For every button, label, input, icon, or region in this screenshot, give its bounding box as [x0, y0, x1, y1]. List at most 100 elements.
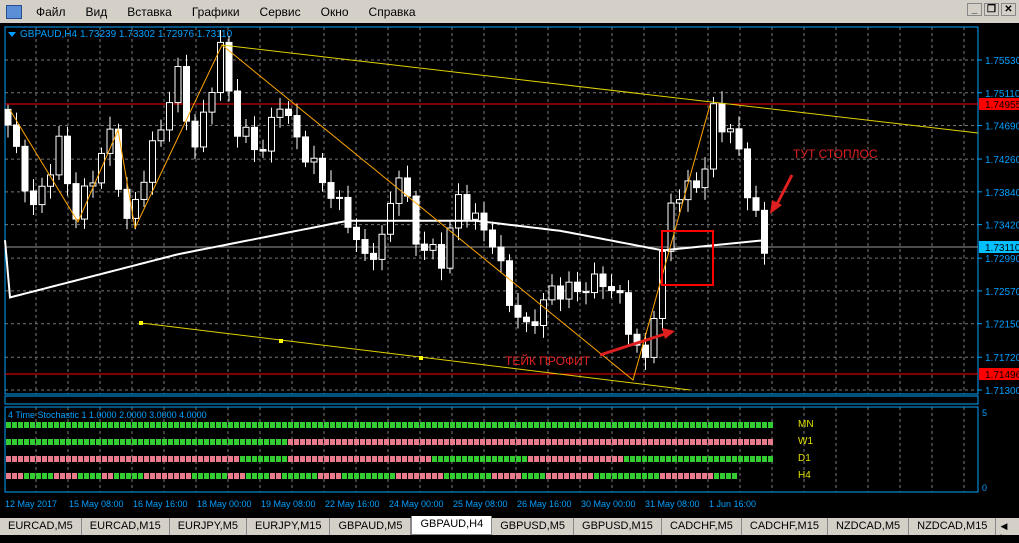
indicator-cell — [18, 456, 23, 462]
indicator-cell — [708, 439, 713, 445]
tab-gbpusd-m15[interactable]: GBPUSD,M15 — [574, 518, 662, 535]
indicator-cell — [486, 422, 491, 428]
indicator-cell — [516, 422, 521, 428]
tab-scroll-arrows-icon[interactable]: ◀ ▶ — [996, 518, 1019, 542]
indicator-cell — [732, 422, 737, 428]
indicator-cell — [186, 422, 191, 428]
indicator-cell — [60, 473, 65, 479]
indicator-cell — [390, 473, 395, 479]
channel-handle[interactable] — [139, 321, 143, 325]
indicator-cell — [282, 473, 287, 479]
indicator-cell — [582, 439, 587, 445]
candle-body — [472, 212, 479, 220]
candle-body — [540, 299, 547, 327]
indicator-cell — [78, 422, 83, 428]
menu-file[interactable]: Файл — [26, 5, 76, 19]
indicator-cell — [312, 456, 317, 462]
indicator-cell — [366, 473, 371, 479]
indicator-cell — [78, 473, 83, 479]
arrow-head-icon — [770, 200, 782, 214]
tab-cadchf-m5[interactable]: CADCHF,M5 — [662, 518, 742, 535]
panel-separator[interactable] — [4, 395, 979, 405]
indicator-cell — [666, 422, 671, 428]
channel-handle[interactable] — [419, 356, 423, 360]
indicator-cell — [174, 473, 179, 479]
indicator-cell — [678, 422, 683, 428]
indicator-cell — [282, 456, 287, 462]
collapse-triangle-icon[interactable] — [8, 32, 16, 37]
price-label: 1.71300 — [985, 386, 1019, 397]
channel-handle[interactable] — [279, 339, 283, 343]
channel-top-line[interactable] — [221, 44, 979, 134]
indicator-cell — [270, 439, 275, 445]
menu-insert[interactable]: Вставка — [117, 5, 182, 19]
candle-body — [310, 157, 318, 163]
chart-symbol: GBPAUD,H4 — [20, 29, 77, 40]
tab-nzdcad-m15[interactable]: NZDCAD,M15 — [909, 518, 997, 535]
indicator-cell — [630, 473, 635, 479]
indicator-cell — [468, 456, 473, 462]
indicator-cell — [108, 473, 113, 479]
tab-eurcad-m15[interactable]: EURCAD,M15 — [82, 518, 170, 535]
candle-body — [608, 286, 615, 292]
indicator-cell — [588, 456, 593, 462]
tab-eurjpy-m15[interactable]: EURJPY,M15 — [247, 518, 331, 535]
candle-body — [200, 111, 207, 148]
indicator-cell — [318, 439, 323, 445]
indicator-cell — [732, 456, 737, 462]
candle-body — [336, 196, 343, 199]
candle-body — [13, 124, 20, 147]
indicator-cell — [96, 422, 101, 428]
indicator-cell — [624, 456, 629, 462]
indicator-cell — [648, 456, 653, 462]
indicator-cell — [714, 456, 719, 462]
channel-bottom-line[interactable] — [140, 322, 691, 391]
indicator-cell — [504, 422, 509, 428]
tab-cadchf-m15[interactable]: CADCHF,M15 — [742, 518, 828, 535]
menu-view[interactable]: Вид — [76, 5, 118, 19]
indicator-cell — [318, 422, 323, 428]
menu-charts[interactable]: Графики — [182, 5, 250, 19]
close-button[interactable]: ✕ — [1001, 3, 1016, 16]
indicator-cell — [726, 473, 731, 479]
indicator-cell — [114, 473, 119, 479]
price-chart[interactable]: GBPAUD,H4 1.73239 1.73302 1.72976 1.7311… — [0, 23, 1019, 518]
indicator-cell — [630, 422, 635, 428]
restore-button[interactable]: ❐ — [984, 3, 999, 16]
chart-tabs: EURCAD,M5 EURCAD,M15 EURJPY,M5 EURJPY,M1… — [0, 516, 1019, 542]
indicator-cell — [84, 473, 89, 479]
tab-eurcad-m5[interactable]: EURCAD,M5 — [0, 518, 82, 535]
indicator-cell — [288, 422, 293, 428]
candle-body — [506, 260, 513, 306]
indicator-cell — [300, 473, 305, 479]
indicator-cell — [78, 439, 83, 445]
tab-gbpaud-h4[interactable]: GBPAUD,H4 — [411, 516, 493, 535]
menu-tools[interactable]: Сервис — [250, 5, 311, 19]
stoploss-annotation: ТУТ СТОПЛОС — [793, 147, 878, 161]
indicator-cell — [456, 473, 461, 479]
indicator-cell — [444, 456, 449, 462]
indicator-cell — [234, 456, 239, 462]
candle-body — [344, 196, 352, 228]
indicator-cell — [108, 456, 113, 462]
minimize-button[interactable]: _ — [967, 3, 982, 16]
menu-window[interactable]: Окно — [311, 5, 359, 19]
time-label: 16 May 16:00 — [133, 499, 188, 509]
indicator-cell — [720, 473, 725, 479]
tab-eurjpy-m5[interactable]: EURJPY,M5 — [170, 518, 248, 535]
indicator-cell — [6, 439, 11, 445]
resistance-price: 1.74955 — [985, 100, 1019, 111]
tab-gbpaud-m5[interactable]: GBPAUD,M5 — [330, 518, 412, 535]
indicator-cell — [576, 439, 581, 445]
indicator-bars — [6, 422, 773, 479]
indicator-cell — [612, 439, 617, 445]
menu-help[interactable]: Справка — [359, 5, 426, 19]
indicator-cell — [684, 422, 689, 428]
indicator-cell — [120, 473, 125, 479]
indicator-cell — [372, 456, 377, 462]
indicator-cell — [666, 439, 671, 445]
tab-nzdcad-m5[interactable]: NZDCAD,M5 — [828, 518, 910, 535]
indicator-cell — [576, 422, 581, 428]
tab-gbpusd-m5[interactable]: GBPUSD,M5 — [492, 518, 575, 535]
indicator-cell — [48, 456, 53, 462]
